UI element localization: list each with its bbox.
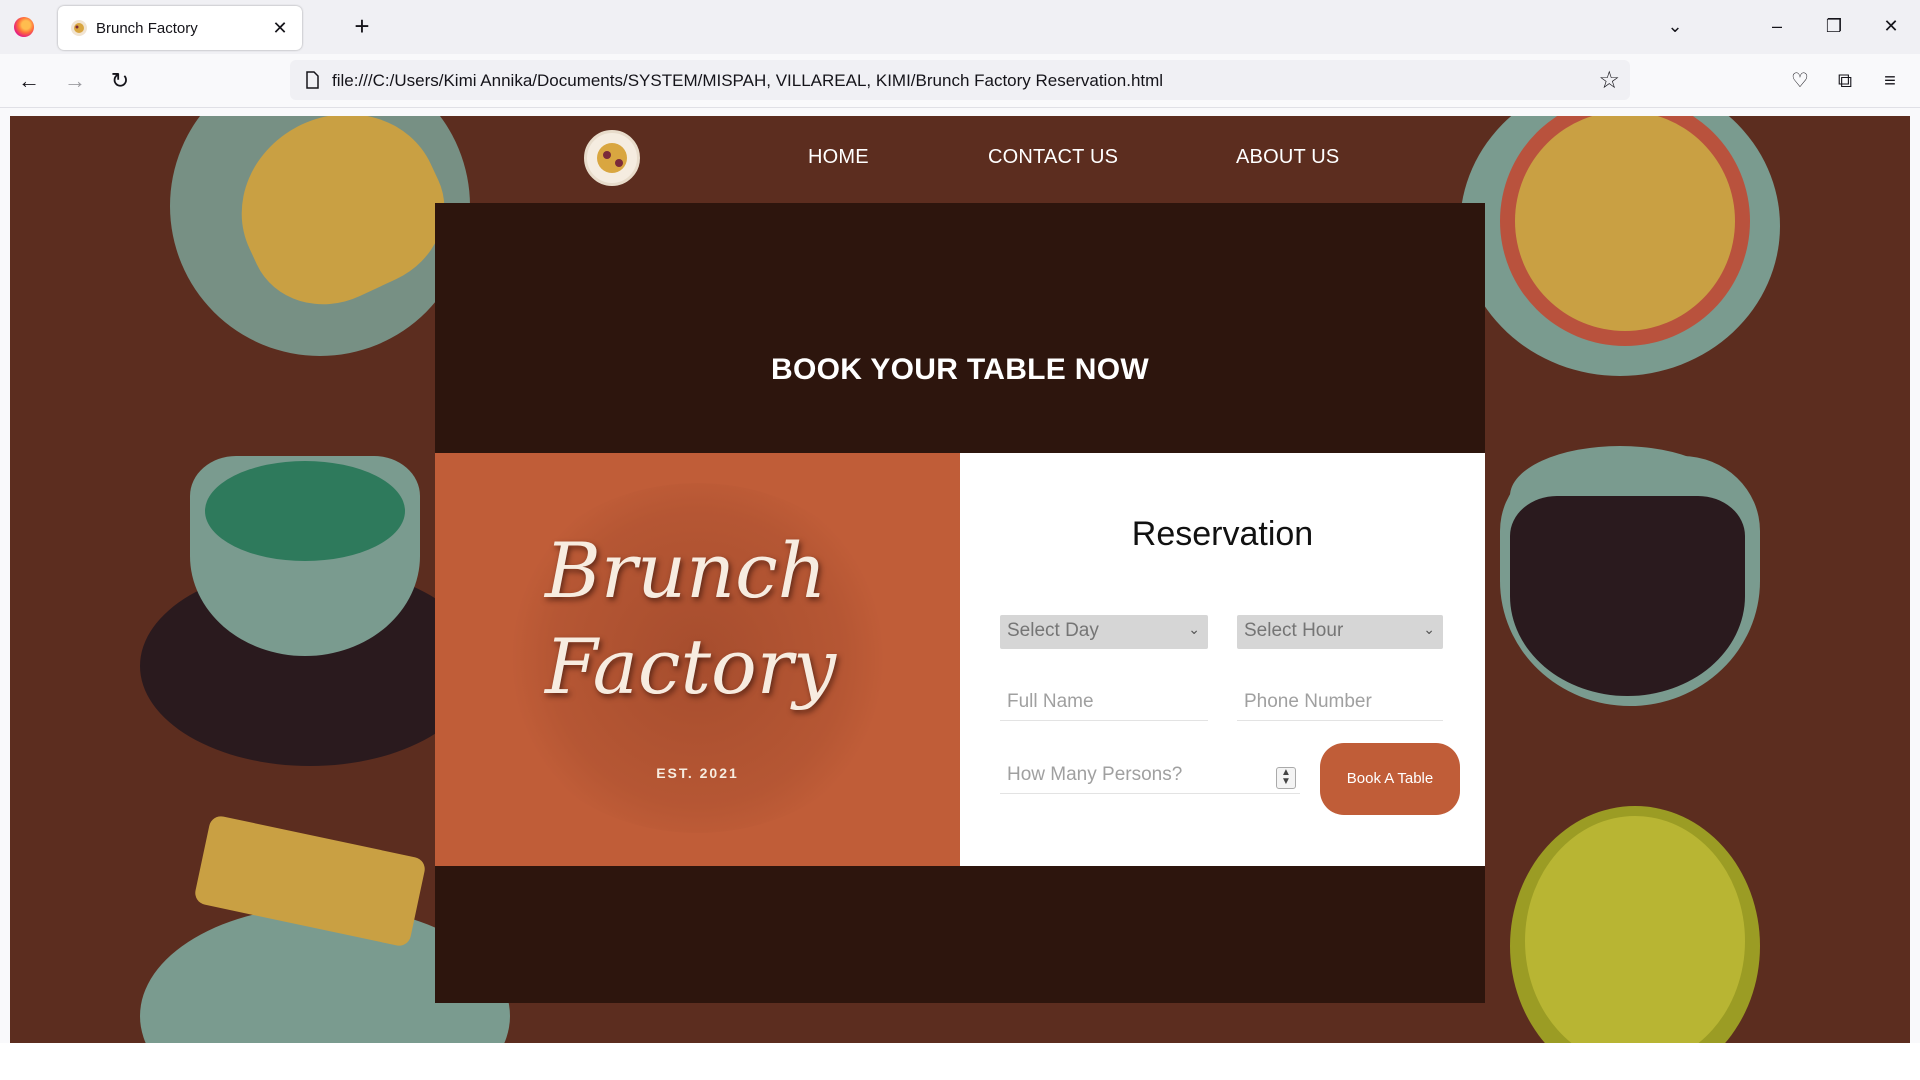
list-tabs-icon[interactable]: ⌄ — [1660, 12, 1690, 40]
reload-icon[interactable]: ↻ — [105, 66, 135, 96]
chevron-down-icon: ⌄ — [1188, 621, 1200, 637]
tab-title: Brunch Factory — [96, 20, 198, 37]
forward-icon[interactable]: → — [60, 66, 90, 96]
extensions-icon[interactable]: ⧉ — [1830, 66, 1860, 96]
browser-tabbar: Brunch Factory ✕ + ⌄ – ❐ ✕ — [0, 0, 1920, 54]
back-icon[interactable]: ← — [14, 66, 44, 96]
file-icon — [306, 71, 319, 89]
brand-name-line2: Factory — [545, 622, 837, 711]
nav-home[interactable]: HOME — [808, 146, 869, 169]
book-table-button[interactable]: Book A Table — [1320, 743, 1460, 815]
firefox-icon[interactable] — [14, 17, 34, 37]
chevron-down-icon: ⌄ — [1423, 621, 1435, 637]
restore-icon[interactable]: ❐ — [1819, 12, 1849, 40]
nav-contact-us[interactable]: CONTACT US — [988, 146, 1118, 169]
url-text[interactable]: file:///C:/Users/Kimi Annika/Documents/S… — [332, 71, 1163, 91]
close-tab-icon[interactable]: ✕ — [268, 16, 292, 40]
minimize-icon[interactable]: – — [1762, 12, 1792, 40]
brand-logotype: Brunch Factory — [545, 523, 865, 715]
browser-tab[interactable]: Brunch Factory ✕ — [58, 6, 302, 50]
app-menu-icon[interactable]: ≡ — [1875, 66, 1905, 96]
url-bar[interactable]: file:///C:/Users/Kimi Annika/Documents/S… — [290, 60, 1630, 100]
full-name-placeholder: Full Name — [1007, 691, 1094, 712]
number-spinner-icon[interactable]: ▲ ▼ — [1276, 767, 1296, 789]
page-content: HOME CONTACT US ABOUT US BOOK YOUR TABLE… — [10, 116, 1910, 1043]
site-header: HOME CONTACT US ABOUT US — [10, 116, 1910, 203]
mocha-illustration — [1510, 496, 1745, 696]
nav-about-us[interactable]: ABOUT US — [1236, 146, 1339, 169]
persons-placeholder: How Many Persons? — [1007, 764, 1183, 785]
waffle-favicon-icon — [71, 20, 87, 36]
select-hour-dropdown[interactable]: Select Hour ⌄ — [1237, 615, 1443, 649]
browser-navbar: ← → ↻ file:///C:/Users/Kimi Annika/Docum… — [0, 54, 1920, 108]
site-logo[interactable] — [584, 130, 640, 186]
brand-established: EST. 2021 — [656, 765, 739, 781]
booking-panel: BOOK YOUR TABLE NOW Brunch Factory EST. … — [435, 203, 1485, 1003]
phone-number-placeholder: Phone Number — [1244, 691, 1372, 712]
select-hour-value: Select Hour — [1244, 620, 1344, 641]
select-day-value: Select Day — [1007, 620, 1099, 641]
page-bottom-margin — [0, 1043, 1920, 1080]
reservation-form: Reservation Select Day ⌄ Select Hour ⌄ F… — [960, 453, 1485, 866]
page-headline: BOOK YOUR TABLE NOW — [771, 353, 1149, 386]
waffle-logo-icon — [597, 143, 627, 173]
close-window-icon[interactable]: ✕ — [1876, 12, 1906, 40]
new-tab-icon[interactable]: + — [348, 12, 376, 40]
pocket-icon[interactable]: ♡ — [1785, 66, 1815, 96]
berry-icon — [615, 159, 623, 167]
select-day-dropdown[interactable]: Select Day ⌄ — [1000, 615, 1208, 649]
phone-number-input[interactable]: Phone Number — [1237, 685, 1443, 721]
persons-number-input[interactable]: How Many Persons? ▲ ▼ — [1000, 758, 1300, 794]
berry-icon — [603, 151, 611, 159]
brand-card: Brunch Factory EST. 2021 — [435, 453, 960, 866]
brand-name-line1: Brunch — [545, 526, 827, 615]
bookmark-star-icon[interactable]: ☆ — [1598, 66, 1620, 95]
latte-art-illustration — [205, 461, 405, 561]
form-title: Reservation — [1131, 515, 1314, 553]
full-name-input[interactable]: Full Name — [1000, 685, 1208, 721]
